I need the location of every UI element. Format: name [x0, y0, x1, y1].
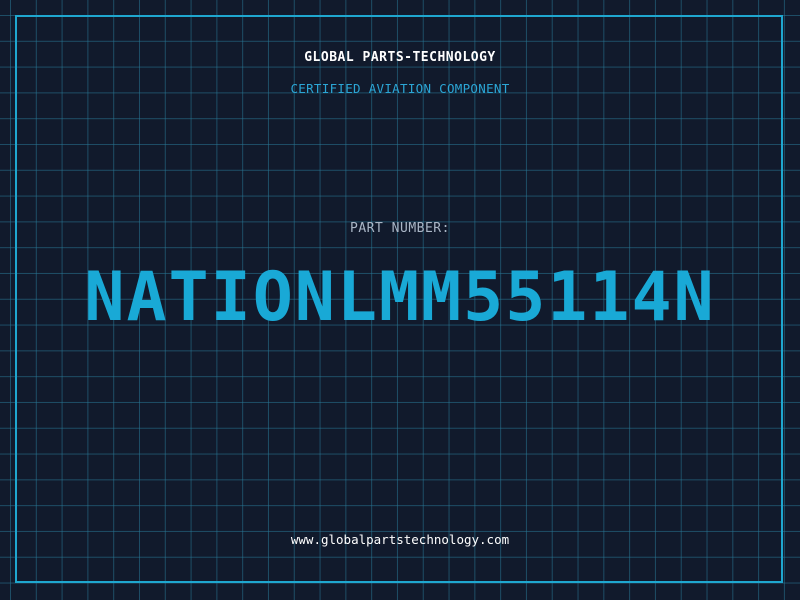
- part-card: GLOBAL PARTS-TECHNOLOGY CERTIFIED AVIATI…: [0, 0, 800, 600]
- part-number-value: NATIONLMM55114N: [84, 258, 716, 337]
- website-url: www.globalpartstechnology.com: [290, 532, 510, 547]
- part-number-label: PART NUMBER:: [350, 221, 450, 236]
- company-name: GLOBAL PARTS-TECHNOLOGY: [304, 50, 496, 65]
- tagline: CERTIFIED AVIATION COMPONENT: [290, 81, 510, 96]
